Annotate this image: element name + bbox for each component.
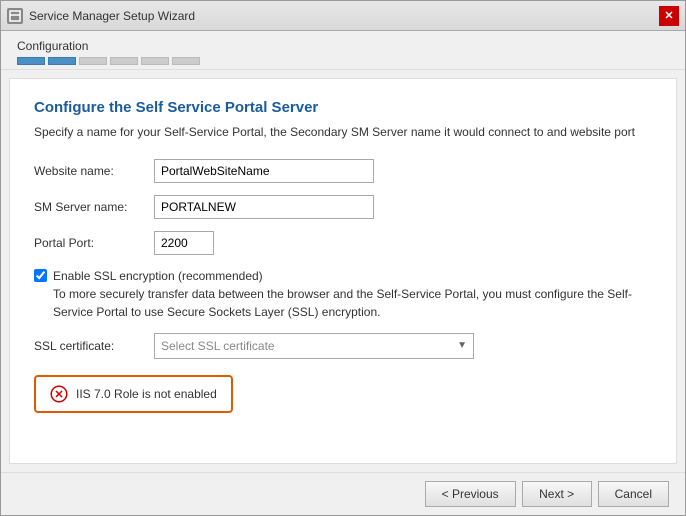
- portal-port-row: Portal Port:: [34, 231, 652, 255]
- sm-server-input[interactable]: [154, 195, 374, 219]
- section-title: Configure the Self Service Portal Server: [34, 99, 652, 116]
- website-name-input[interactable]: [154, 159, 374, 183]
- progress-step-1: [17, 57, 45, 65]
- title-bar: Service Manager Setup Wizard ✕: [1, 1, 685, 31]
- progress-steps: [17, 57, 669, 65]
- progress-step-3: [79, 57, 107, 65]
- ssl-checkbox-text: Enable SSL encryption (recommended) To m…: [53, 267, 652, 321]
- website-name-label: Website name:: [34, 164, 154, 178]
- ssl-cert-placeholder: Select SSL certificate: [161, 339, 275, 353]
- portal-port-label: Portal Port:: [34, 236, 154, 250]
- error-box: ✕ IIS 7.0 Role is not enabled: [34, 375, 233, 413]
- error-icon: ✕: [50, 385, 68, 403]
- cancel-button[interactable]: Cancel: [598, 481, 669, 507]
- ssl-checkbox-label: Enable SSL encryption (recommended): [53, 267, 652, 285]
- next-button[interactable]: Next >: [522, 481, 592, 507]
- wizard-window: Service Manager Setup Wizard ✕ Configura…: [0, 0, 686, 516]
- ssl-cert-label: SSL certificate:: [34, 339, 154, 353]
- close-button[interactable]: ✕: [659, 6, 679, 26]
- footer: < Previous Next > Cancel: [1, 472, 685, 515]
- progress-step-4: [110, 57, 138, 65]
- ssl-checkbox-row: Enable SSL encryption (recommended) To m…: [34, 267, 652, 321]
- ssl-cert-dropdown[interactable]: Select SSL certificate ▼: [154, 333, 474, 359]
- title-bar-left: Service Manager Setup Wizard: [7, 8, 195, 24]
- error-message: IIS 7.0 Role is not enabled: [76, 387, 217, 401]
- main-content: Configure the Self Service Portal Server…: [9, 78, 677, 464]
- portal-port-input[interactable]: [154, 231, 214, 255]
- window-title: Service Manager Setup Wizard: [29, 9, 195, 23]
- svg-text:✕: ✕: [54, 389, 63, 401]
- sm-server-label: SM Server name:: [34, 200, 154, 214]
- progress-step-6: [172, 57, 200, 65]
- ssl-checkbox-desc: To more securely transfer data between t…: [53, 285, 652, 321]
- ssl-cert-row: SSL certificate: Select SSL certificate …: [34, 333, 652, 359]
- app-icon: [7, 8, 23, 24]
- sm-server-row: SM Server name:: [34, 195, 652, 219]
- progress-step-5: [141, 57, 169, 65]
- progress-step-2: [48, 57, 76, 65]
- website-name-row: Website name:: [34, 159, 652, 183]
- previous-button[interactable]: < Previous: [425, 481, 516, 507]
- ssl-checkbox[interactable]: [34, 269, 47, 282]
- progress-section: Configuration: [1, 31, 685, 70]
- section-description: Specify a name for your Self-Service Por…: [34, 124, 652, 141]
- dropdown-arrow-icon: ▼: [457, 340, 467, 351]
- progress-label: Configuration: [17, 39, 669, 53]
